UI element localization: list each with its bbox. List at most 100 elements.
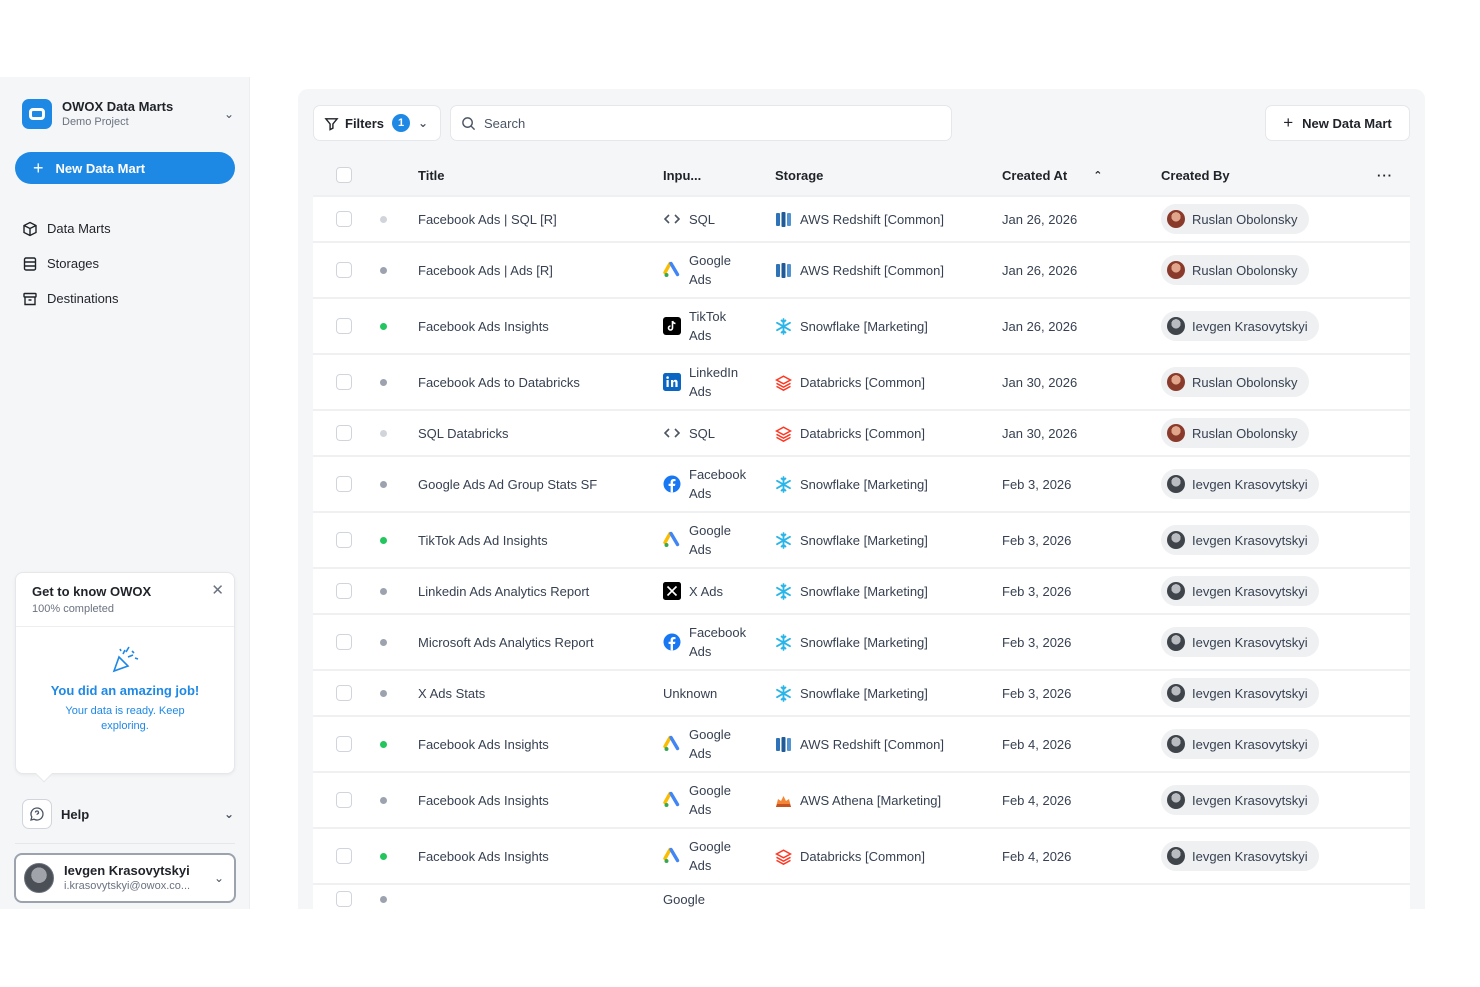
creator-chip: Ruslan Obolonsky [1161, 418, 1309, 448]
column-title[interactable]: Title [418, 155, 653, 195]
created-at: Feb 3, 2026 [1002, 476, 1072, 492]
row-checkbox[interactable] [335, 513, 353, 567]
storage-cell: AWS Redshift [Common] [775, 197, 995, 241]
filters-button[interactable]: Filters 1 ⌄ [313, 105, 441, 141]
table-row[interactable]: Linkedin Ads Analytics Report X Ads Snowfl… [313, 569, 1410, 615]
new-data-mart-button[interactable]: + New Data Mart [1265, 105, 1410, 141]
column-created-at[interactable]: Created At ⌃ [1002, 155, 1127, 195]
input-source: Unknown [663, 671, 768, 715]
created-at: Jan 26, 2026 [1002, 318, 1078, 334]
data-mart-title[interactable]: SQL Databricks [418, 411, 653, 455]
row-checkbox[interactable] [335, 671, 353, 715]
table-row[interactable]: Facebook Ads to Databricks LinkedIn Ads Dat… [313, 355, 1410, 411]
input-label-line: Google [663, 891, 705, 907]
data-mart-title[interactable] [418, 885, 653, 909]
project-switcher[interactable]: OWOX Data Marts Demo Project ⌄ [22, 97, 234, 131]
row-checkbox[interactable] [335, 615, 353, 669]
row-checkbox[interactable] [335, 829, 353, 883]
column-created-at-label: Created At [1002, 167, 1068, 183]
more-options-icon[interactable]: ··· [1373, 155, 1397, 195]
data-mart-title[interactable]: Linkedin Ads Analytics Report [418, 569, 653, 613]
data-mart-title[interactable]: Facebook Ads Insights [418, 829, 653, 883]
table-row[interactable]: Google Ads Ad Group Stats SF Facebook Ads S… [313, 457, 1410, 513]
created-by: Ruslan Obolonsky [1161, 197, 1351, 241]
data-mart-title[interactable]: TikTok Ads Ad Insights [418, 513, 653, 567]
column-created-by[interactable]: Created By [1161, 155, 1351, 195]
user-menu[interactable]: Ievgen Krasovytskyi i.krasovytskyi@owox.… [14, 853, 236, 903]
status-dot [377, 569, 389, 613]
sidebar: OWOX Data Marts Demo Project ⌄ + New Dat… [0, 77, 250, 909]
table-row[interactable]: Google [313, 885, 1410, 909]
sidebar-item-storages[interactable]: Storages [22, 246, 232, 281]
sidebar-new-data-mart-button[interactable]: + New Data Mart [15, 152, 235, 184]
status-dot [377, 197, 389, 241]
table-row[interactable]: Facebook Ads Insights Google Ads AWS Athena… [313, 773, 1410, 829]
data-mart-title[interactable]: X Ads Stats [418, 671, 653, 715]
table-row[interactable]: Facebook Ads Insights Google Ads Databricks… [313, 829, 1410, 885]
chat-bubble-icon [22, 799, 52, 829]
status-dot [377, 773, 389, 827]
onboarding-card: Get to know OWOX 100% completed ✕ You di… [15, 572, 235, 783]
sort-ascending-icon[interactable]: ⌃ [1093, 169, 1102, 182]
data-mart-title[interactable]: Facebook Ads Insights [418, 717, 653, 771]
search-box[interactable] [450, 105, 952, 141]
data-mart-title[interactable]: Facebook Ads Insights [418, 773, 653, 827]
sidebar-item-label: Storages [47, 256, 100, 271]
row-checkbox[interactable] [335, 197, 353, 241]
row-checkbox[interactable] [335, 773, 353, 827]
table-row[interactable]: Facebook Ads Insights TikTok Ads Snowflake … [313, 299, 1410, 355]
creator-name: Ievgen Krasovytskyi [1192, 792, 1308, 808]
table-row[interactable]: X Ads Stats Unknown Snowflake [Marketing] F… [313, 671, 1410, 717]
status-dot [377, 457, 389, 511]
row-checkbox[interactable] [335, 569, 353, 613]
input-label-line: TikTok [689, 309, 727, 324]
storage-name: Snowflake [Marketing] [800, 532, 928, 548]
created-at [1002, 885, 1127, 909]
table-row[interactable]: SQL Databricks SQL Databricks [Common] Jan … [313, 411, 1410, 457]
row-checkbox[interactable] [335, 243, 353, 297]
sidebar-item-label: Data Marts [47, 221, 111, 236]
column-storage[interactable]: Storage [775, 155, 995, 195]
row-checkbox[interactable] [335, 411, 353, 455]
tiktok-icon [663, 317, 681, 335]
databricks-icon [775, 374, 792, 391]
created-at: Jan 30, 2026 [1002, 374, 1078, 390]
row-checkbox[interactable] [335, 717, 353, 771]
search-input[interactable] [484, 115, 924, 131]
help-menu[interactable]: Help ⌄ [22, 799, 234, 829]
table-row[interactable]: Microsoft Ads Analytics Report Facebook Ad… [313, 615, 1410, 671]
creator-chip: Ievgen Krasovytskyi [1161, 678, 1319, 708]
column-input[interactable]: Inpu... [663, 155, 768, 195]
created-at: Jan 26, 2026 [1002, 262, 1078, 278]
sidebar-item-destinations[interactable]: Destinations [22, 281, 232, 316]
avatar [1167, 373, 1185, 391]
storage-name: Snowflake [Marketing] [800, 583, 928, 599]
data-mart-title[interactable]: Google Ads Ad Group Stats SF [418, 457, 653, 511]
data-mart-title[interactable]: Facebook Ads Insights [418, 299, 653, 353]
table-header: Title Inpu... Storage Created At ⌃ Creat… [313, 155, 1410, 197]
row-checkbox[interactable] [335, 457, 353, 511]
avatar [1167, 847, 1185, 865]
linkedin-icon [663, 373, 681, 391]
data-mart-title[interactable]: Facebook Ads to Databricks [418, 355, 653, 409]
row-checkbox[interactable] [335, 885, 353, 909]
sidebar-item-data-marts[interactable]: Data Marts [22, 211, 232, 246]
row-checkbox[interactable] [335, 299, 353, 353]
table-row[interactable]: Facebook Ads | Ads [R] Google Ads AWS Redsh… [313, 243, 1410, 299]
google-ads-icon [663, 791, 681, 809]
avatar [1167, 735, 1185, 753]
data-mart-title[interactable]: Microsoft Ads Analytics Report [418, 615, 653, 669]
data-mart-title[interactable]: Facebook Ads | SQL [R] [418, 197, 653, 241]
created-by: Ievgen Krasovytskyi [1161, 569, 1351, 613]
database-icon [23, 256, 37, 271]
table-row[interactable]: TikTok Ads Ad Insights Google Ads Snowflake… [313, 513, 1410, 569]
close-icon[interactable]: ✕ [211, 581, 224, 599]
table-row[interactable]: Facebook Ads | SQL [R] SQL AWS Redshift [C… [313, 197, 1410, 243]
select-all-checkbox[interactable] [335, 155, 353, 195]
creator-name: Ruslan Obolonsky [1192, 211, 1298, 227]
table-row[interactable]: Facebook Ads Insights Google Ads AWS Redshi… [313, 717, 1410, 773]
avatar [1167, 317, 1185, 335]
row-checkbox[interactable] [335, 355, 353, 409]
data-mart-title[interactable]: Facebook Ads | Ads [R] [418, 243, 653, 297]
new-data-mart-label: New Data Mart [1302, 115, 1392, 131]
